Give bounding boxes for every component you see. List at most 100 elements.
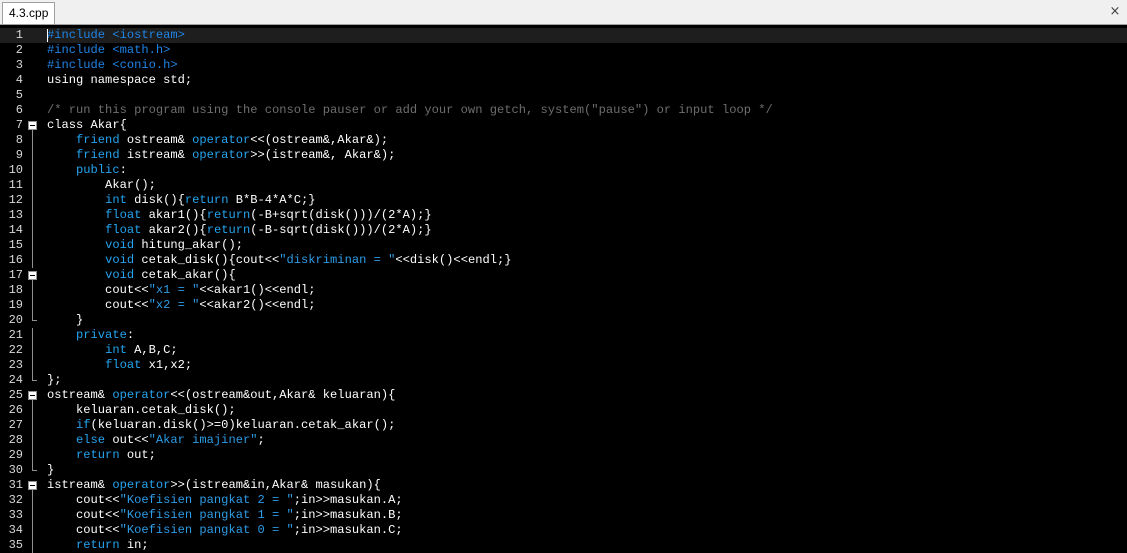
code-token: "Koefisien pangkat 1 = " <box>119 508 294 522</box>
code-token: return <box>184 193 229 207</box>
code-line[interactable]: 24}; <box>0 373 1127 388</box>
code-line[interactable]: 20 } <box>0 313 1127 328</box>
code-line[interactable]: 14 float akar2(){return(-B-sqrt(disk()))… <box>0 223 1127 238</box>
code-text: float akar1(){return(-B+sqrt(disk()))/(2… <box>47 208 432 223</box>
code-text: else out<<"Akar imajiner"; <box>47 433 265 448</box>
code-line[interactable]: 27 if(keluaran.disk()>=0)keluaran.cetak_… <box>0 418 1127 433</box>
code-line[interactable]: 22 int A,B,C; <box>0 343 1127 358</box>
fold-empty <box>26 88 40 103</box>
code-editor[interactable]: 1 #include <iostream> 2 #include <math.h> 3 #… <box>0 25 1127 553</box>
code-line[interactable]: 19 cout<<"x2 = "<<akar2()<<endl; <box>0 298 1127 313</box>
code-line[interactable]: 7 class Akar{ <box>0 118 1127 133</box>
code-line[interactable]: 2 #include <math.h> <box>0 43 1127 58</box>
code-text: /* run this program using the console pa… <box>47 103 773 118</box>
code-line[interactable]: 16 void cetak_disk(){cout<<"diskriminan … <box>0 253 1127 268</box>
code-text: void cetak_disk(){cout<<"diskriminan = "… <box>47 253 511 268</box>
code-line[interactable]: 32 cout<<"Koefisien pangkat 2 = ";in>>ma… <box>0 493 1127 508</box>
code-token: cout<< <box>47 298 149 312</box>
code-line[interactable]: 26 keluaran.cetak_disk(); <box>0 403 1127 418</box>
code-line[interactable]: 6 /* run this program using the console p… <box>0 103 1127 118</box>
code-token: <<akar2()<<endl; <box>199 298 316 312</box>
code-token: #include <conio.h> <box>47 58 178 72</box>
code-line[interactable]: 15 void hitung_akar(); <box>0 238 1127 253</box>
code-token: "Koefisien pangkat 2 = " <box>119 493 294 507</box>
code-line[interactable]: 21 private: <box>0 328 1127 343</box>
code-line[interactable]: 12 int disk(){return B*B-4*A*C;} <box>0 193 1127 208</box>
code-line[interactable]: 31 istream& operator>>(istream&in,Akar& m… <box>0 478 1127 493</box>
code-line[interactable]: 3 #include <conio.h> <box>0 58 1127 73</box>
ide-window: 4.3.cpp × 1 #include <iostream> 2 #include … <box>0 0 1127 553</box>
code-line[interactable]: 29 return out; <box>0 448 1127 463</box>
code-token: "diskriminan = " <box>279 253 396 267</box>
tab-bar: 4.3.cpp × <box>0 0 1127 25</box>
code-line[interactable]: 8 friend ostream& operator<<(ostream&,Ak… <box>0 133 1127 148</box>
line-number: 17 <box>8 268 23 282</box>
code-line[interactable]: 9 friend istream& operator>>(istream&, A… <box>0 148 1127 163</box>
fold-guide <box>26 418 40 433</box>
fold-collapse-icon[interactable] <box>26 268 40 283</box>
line-number: 34 <box>8 523 23 537</box>
line-number: 1 <box>15 28 23 42</box>
code-line[interactable]: 10 public: <box>0 163 1127 178</box>
line-number: 28 <box>8 433 23 447</box>
code-token: "x2 = " <box>148 298 200 312</box>
line-number: 10 <box>8 163 23 177</box>
code-token: A,B,C; <box>126 343 178 357</box>
code-text: } <box>47 313 83 328</box>
fold-guide <box>26 523 40 538</box>
line-number: 14 <box>8 223 23 237</box>
line-number: 16 <box>8 253 23 267</box>
fold-end-marker <box>26 463 40 478</box>
code-line[interactable]: 18 cout<<"x1 = "<<akar1()<<endl; <box>0 283 1127 298</box>
code-token: operator <box>112 388 171 402</box>
fold-collapse-icon[interactable] <box>26 118 40 133</box>
code-text: int disk(){return B*B-4*A*C;} <box>47 193 315 208</box>
fold-guide <box>26 358 40 373</box>
code-line[interactable]: 34 cout<<"Koefisien pangkat 0 = ";in>>ma… <box>0 523 1127 538</box>
code-line[interactable]: 11 Akar(); <box>0 178 1127 193</box>
fold-guide <box>26 283 40 298</box>
fold-guide <box>26 238 40 253</box>
code-token: cout<< <box>47 523 120 537</box>
fold-end-marker <box>26 373 40 388</box>
code-lines: 1 #include <iostream> 2 #include <math.h> 3 #… <box>0 28 1127 553</box>
code-line[interactable]: 25 ostream& operator<<(ostream&out,Akar& … <box>0 388 1127 403</box>
code-token: }; <box>47 373 62 387</box>
code-line[interactable]: 23 float x1,x2; <box>0 358 1127 373</box>
fold-collapse-icon[interactable] <box>26 388 40 403</box>
code-token: void <box>105 253 135 267</box>
code-line[interactable]: 4 using namespace std; <box>0 73 1127 88</box>
code-line[interactable]: 33 cout<<"Koefisien pangkat 1 = ";in>>ma… <box>0 508 1127 523</box>
close-icon[interactable]: × <box>1107 4 1123 20</box>
code-token: keluaran.cetak_disk(); <box>47 403 236 417</box>
code-text: using namespace std; <box>47 73 192 88</box>
fold-guide <box>26 298 40 313</box>
code-line[interactable]: 28 else out<<"Akar imajiner"; <box>0 433 1127 448</box>
code-line[interactable]: 5 <box>0 88 1127 103</box>
fold-empty <box>26 43 40 58</box>
code-text: istream& operator>>(istream&in,Akar& mas… <box>47 478 381 493</box>
code-token: friend <box>76 148 120 162</box>
code-token: out<< <box>105 433 149 447</box>
code-text: cout<<"Koefisien pangkat 2 = ";in>>masuk… <box>47 493 403 508</box>
code-line[interactable]: 13 float akar1(){return(-B+sqrt(disk()))… <box>0 208 1127 223</box>
code-token: return <box>206 223 251 237</box>
tab-file[interactable]: 4.3.cpp <box>2 2 56 24</box>
line-number: 29 <box>8 448 23 462</box>
code-token: ;in>>masukan.B; <box>293 508 403 522</box>
code-token: operator <box>192 148 251 162</box>
code-line[interactable]: 1 #include <iostream> <box>0 28 1127 43</box>
fold-collapse-icon[interactable] <box>26 478 40 493</box>
code-token: else <box>76 433 106 447</box>
fold-guide <box>26 433 40 448</box>
code-text: return in; <box>47 538 149 553</box>
line-number: 19 <box>8 298 23 312</box>
code-line[interactable]: 17 void cetak_akar(){ <box>0 268 1127 283</box>
code-line[interactable]: 35 return in; <box>0 538 1127 553</box>
code-line[interactable]: 30} <box>0 463 1127 478</box>
